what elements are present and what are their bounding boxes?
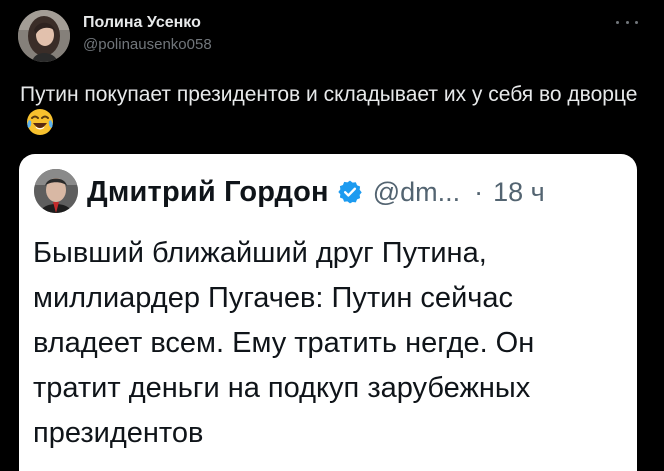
quoted-tweet-header: Дмитрий Гордон @dm... · 18 ч: [87, 172, 545, 212]
author-name[interactable]: Полина Усенко: [83, 13, 201, 33]
verified-badge-icon: [337, 179, 363, 205]
more-icon[interactable]: [616, 12, 638, 32]
tweet-text-body: Путин покупает президентов и складывает …: [20, 83, 638, 106]
author-avatar-image: [18, 10, 70, 62]
face-with-tears-of-joy-icon: [26, 108, 54, 143]
quoted-author-avatar-image: [34, 169, 78, 213]
quoted-tweet-text: Бывший ближайший друг Путина, миллиардер…: [33, 237, 535, 449]
tweet: Полина Усенко @polinausenko058 Путин пок…: [0, 0, 664, 471]
quoted-author-name[interactable]: Дмитрий Гордон: [87, 176, 329, 209]
quoted-author-avatar[interactable]: [34, 169, 78, 213]
tweet-text: Путин покупает президентов и складывает …: [20, 82, 640, 143]
quoted-author-handle[interactable]: @dm...: [373, 177, 460, 208]
separator-dot: ·: [474, 176, 484, 207]
quoted-tweet-card[interactable]: Дмитрий Гордон @dm... · 18 ч Бывший ближ…: [19, 154, 637, 471]
quoted-tweet-time[interactable]: 18 ч: [493, 177, 545, 208]
author-avatar[interactable]: [18, 10, 70, 62]
author-handle[interactable]: @polinausenko058: [83, 35, 212, 55]
